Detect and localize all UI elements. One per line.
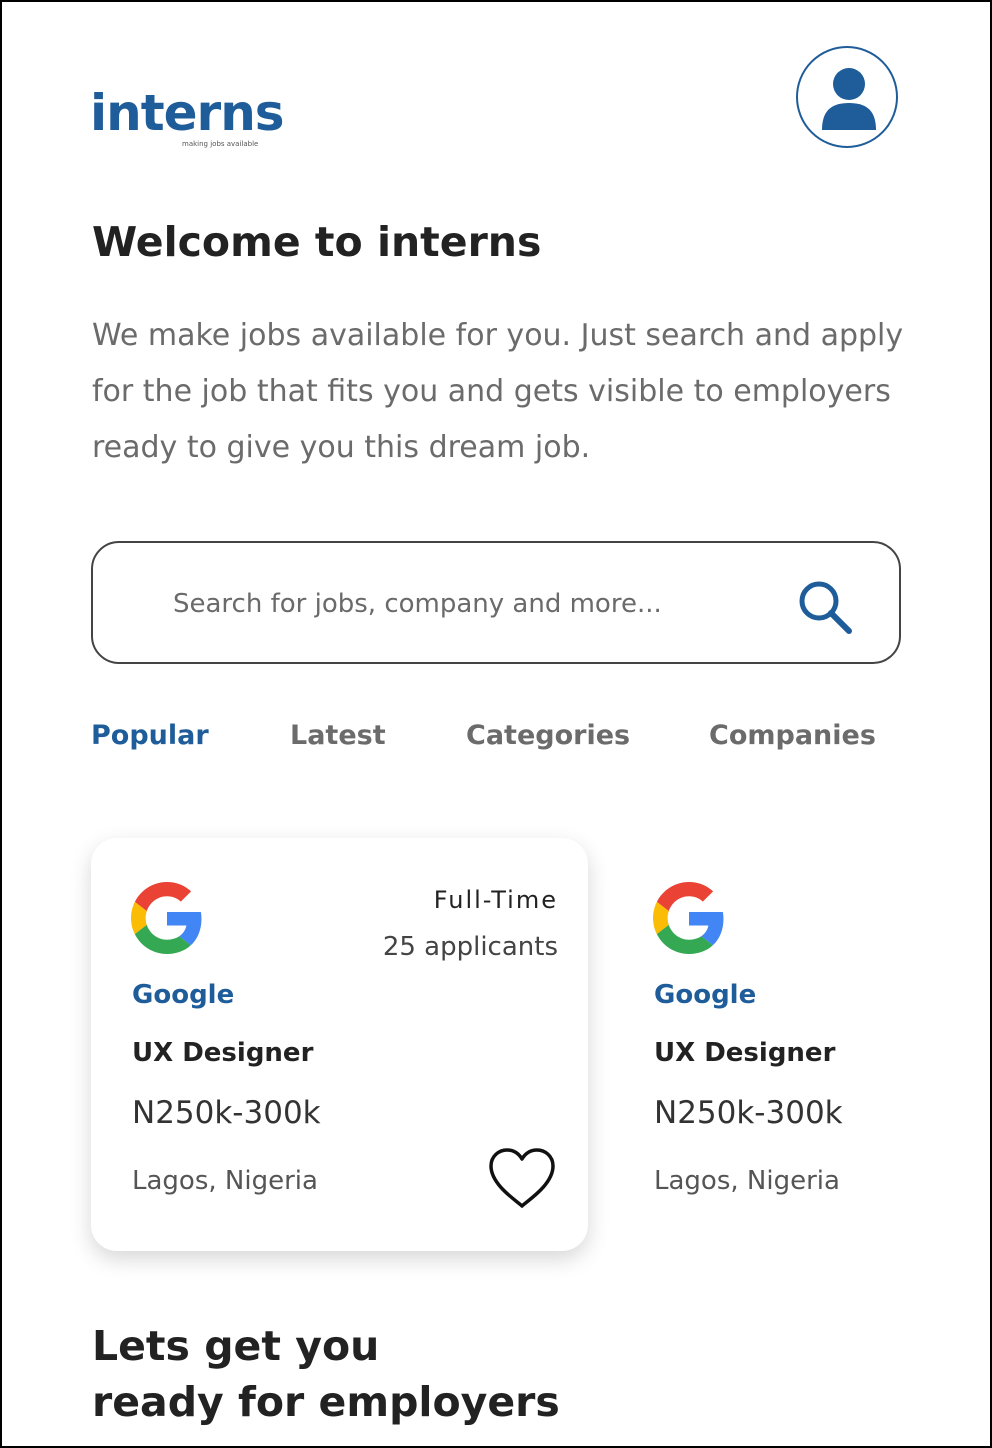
search-bar[interactable] (91, 541, 901, 664)
search-input[interactable] (171, 579, 755, 629)
heart-icon[interactable] (487, 1146, 557, 1210)
google-logo-icon (131, 882, 202, 954)
intro-text: We make jobs available for you. Just sea… (92, 318, 904, 465)
search-icon[interactable] (793, 575, 857, 639)
tab-companies[interactable]: Companies (709, 720, 876, 751)
section-title-line1: Lets get you (92, 1322, 380, 1370)
job-card[interactable]: Google UX Designer N250k-300k Lagos, Nig… (620, 838, 992, 1251)
company-name: Google (132, 980, 235, 1010)
user-icon (822, 68, 876, 130)
profile-button[interactable] (796, 46, 898, 148)
brand-tagline: making jobs available (182, 140, 259, 148)
job-title: UX Designer (132, 1038, 314, 1068)
company-name: Google (654, 980, 757, 1010)
job-tabs: Popular Latest Categories Companies (0, 720, 992, 766)
brand-name: interns (90, 84, 285, 142)
page-title: Welcome to interns (92, 218, 542, 266)
job-location: Lagos, Nigeria (132, 1166, 318, 1196)
job-title: UX Designer (654, 1038, 836, 1068)
section-title: Lets get you ready for employers (92, 1318, 792, 1430)
job-location: Lagos, Nigeria (654, 1166, 840, 1196)
google-logo-icon (653, 882, 724, 954)
brand-logo[interactable]: interns making jobs available (90, 82, 285, 148)
salary-range: N250k-300k (132, 1095, 321, 1131)
job-type: Full-Time (433, 886, 558, 914)
section-title-line2: ready for employers (92, 1378, 560, 1426)
tab-latest[interactable]: Latest (290, 720, 386, 751)
tab-categories[interactable]: Categories (466, 720, 630, 751)
job-card[interactable]: Full-Time 25 applicants Google UX Design… (91, 838, 588, 1251)
salary-range: N250k-300k (654, 1095, 843, 1131)
tab-popular[interactable]: Popular (91, 720, 209, 751)
applicants-count: 25 applicants (382, 932, 558, 962)
